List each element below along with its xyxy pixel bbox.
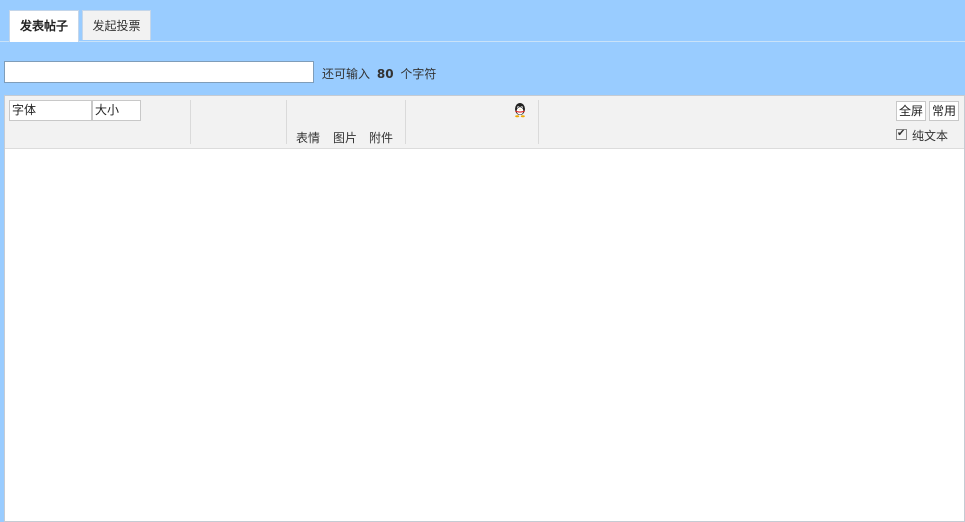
tab-start-poll[interactable]: 发起投票 <box>82 10 151 40</box>
emoji-button[interactable]: 表情 <box>296 129 320 146</box>
char-count-text: 还可输入 80 个字符 <box>322 65 436 82</box>
editor-toolbar: 字体 大小 表情 图片 附件 全屏 常用 ✔ 纯文本 <box>5 96 964 149</box>
toolbar-divider <box>286 100 287 144</box>
toolbar-divider <box>538 100 539 144</box>
checkmark-icon: ✔ <box>897 128 906 139</box>
char-count-number: 80 <box>376 67 394 81</box>
font-size-select[interactable]: 大小 <box>92 100 141 121</box>
font-family-select[interactable]: 字体 <box>9 100 92 121</box>
editor-content-area[interactable] <box>5 149 964 521</box>
editor: 字体 大小 表情 图片 附件 全屏 常用 ✔ 纯文本 <box>4 95 965 522</box>
char-count-suffix: 个字符 <box>400 67 437 81</box>
fullscreen-button[interactable]: 全屏 <box>896 101 926 121</box>
title-input[interactable] <box>4 61 314 83</box>
char-count-prefix: 还可输入 <box>322 67 371 81</box>
toolbar-divider <box>190 100 191 144</box>
tab-bar: 发表帖子 发起投票 <box>0 0 965 42</box>
common-button[interactable]: 常用 <box>929 101 959 121</box>
attachment-button[interactable]: 附件 <box>369 129 393 146</box>
toolbar-divider <box>405 100 406 144</box>
plaintext-label[interactable]: 纯文本 <box>912 127 948 144</box>
plaintext-checkbox[interactable]: ✔ <box>896 128 907 140</box>
qq-penguin-icon[interactable] <box>512 102 528 118</box>
title-row: 还可输入 80 个字符 <box>4 60 704 86</box>
image-button[interactable]: 图片 <box>333 129 357 146</box>
tab-post-thread[interactable]: 发表帖子 <box>9 10 79 42</box>
